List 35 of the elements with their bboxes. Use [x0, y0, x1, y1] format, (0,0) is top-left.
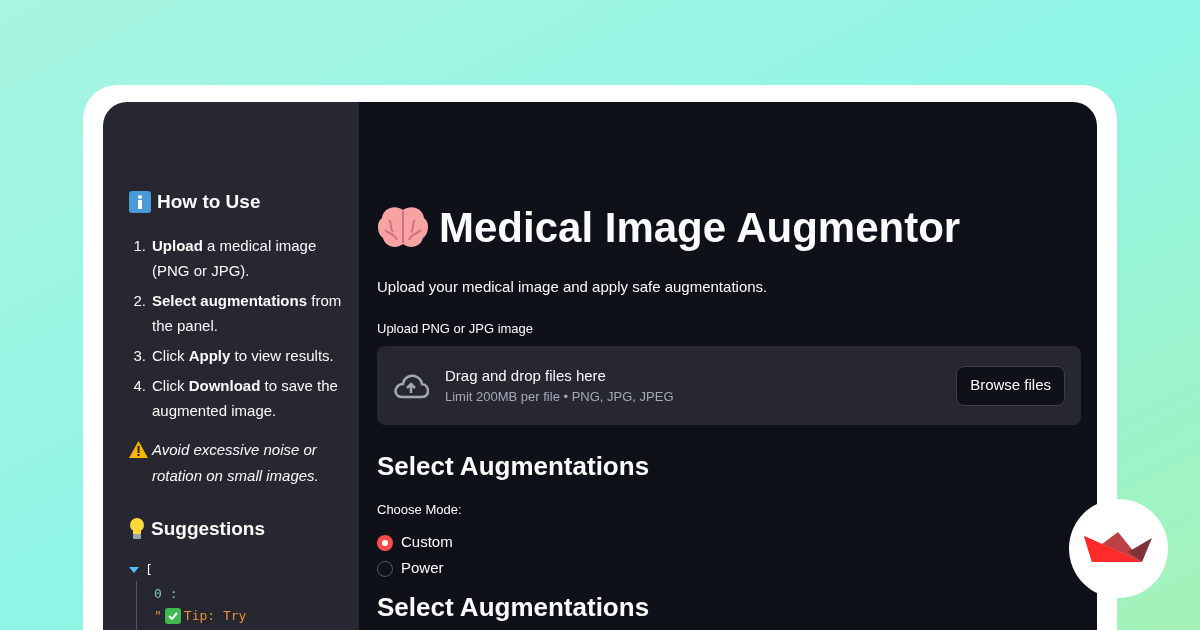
instruction-step: Upload a medical image (PNG or JPG). — [152, 232, 343, 283]
list-number: 2. — [132, 290, 147, 311]
radio-checked[interactable] — [377, 534, 393, 551]
list-number: 1. — [132, 235, 147, 256]
brain-icon — [377, 206, 429, 250]
browse-files-button[interactable]: Browse files — [956, 365, 1065, 406]
radio-group-label: Choose Mode: — [377, 501, 463, 519]
json-index: 0 : — [154, 585, 179, 603]
json-quote: " — [154, 607, 162, 625]
instruction-step: Click Apply to view results. — [152, 342, 334, 368]
lightbulb-icon — [129, 517, 145, 540]
file-drop-zone[interactable]: Drag and drop files here Limit 200MB per file • PNG, JPG, JPEG Browse files — [377, 346, 1081, 425]
section-heading: Select Augmentations — [377, 450, 651, 483]
sidebar-heading: Suggestions — [151, 516, 265, 541]
json-bracket: [ — [145, 561, 153, 579]
page-subtitle: Upload your medical image and apply safe augmentations. — [377, 277, 769, 297]
cloud-upload-icon — [393, 372, 429, 399]
drop-instructions: Drag and drop files here — [445, 365, 607, 386]
warning-text: Avoid excessive noise or rotation on small images. — [152, 439, 320, 486]
list-number: 3. — [132, 345, 147, 366]
section-heading: Select Augmentations — [377, 591, 651, 622]
radio-option[interactable]: Power — [377, 555, 444, 582]
field-label: Upload PNG or JPG image — [377, 319, 535, 338]
check-icon — [164, 608, 181, 624]
warning-icon — [129, 440, 148, 458]
info-icon — [129, 191, 151, 214]
radio-option[interactable]: Custom — [377, 529, 453, 556]
page-title: Medical Image Augmentor — [439, 203, 961, 253]
instruction-step: Select augmentations from the panel. — [152, 287, 343, 338]
list-number: 4. — [132, 375, 147, 396]
collapse-caret-icon[interactable] — [129, 567, 139, 573]
json-string: Tip: Try — [183, 607, 247, 625]
instruction-step: Click Download to save the augmented image. — [152, 372, 343, 423]
file-limit-text: Limit 200MB per file • PNG, JPG, JPEG — [445, 387, 675, 406]
sidebar-heading: How to Use — [157, 190, 261, 214]
